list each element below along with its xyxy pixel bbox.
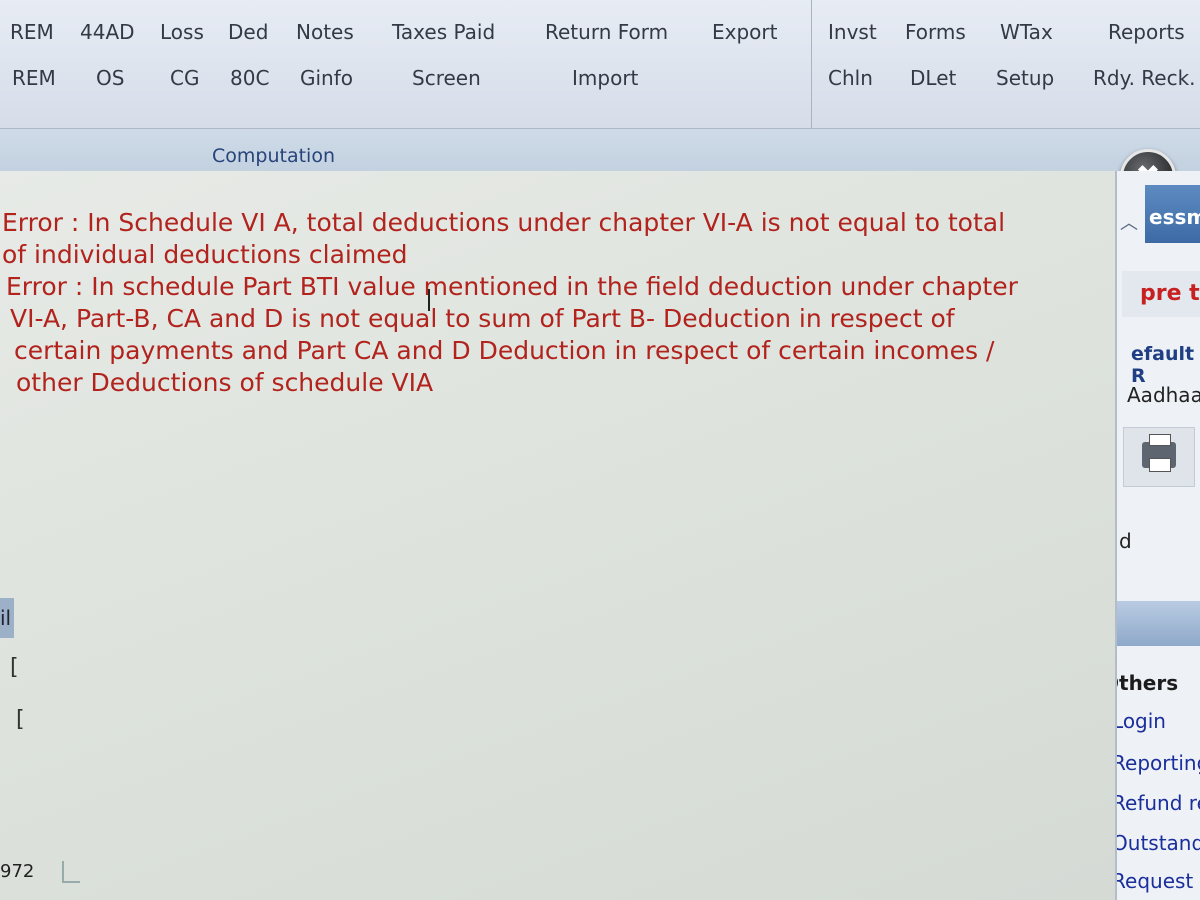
right-sidebar: ︿ essm pre th efault R Aadhaa d Others ▸… xyxy=(1115,171,1200,900)
error-message-panel: Error : In Schedule VI A, total deductio… xyxy=(0,171,1115,900)
toolbar-taxes-paid-button[interactable]: Taxes Paid xyxy=(392,20,495,44)
toolbar-forms-button[interactable]: Forms xyxy=(905,20,966,44)
sidebar-default-label: efault R xyxy=(1131,343,1195,387)
toolbar-invst-button[interactable]: Invst xyxy=(828,20,877,44)
error-message-1: Error : In Schedule VI A, total deductio… xyxy=(2,207,1005,271)
sidebar-item-request[interactable]: ▸Request fo xyxy=(1115,869,1200,893)
sidebar-print-box xyxy=(1123,427,1195,487)
sidebar-others-heading: Others xyxy=(1117,671,1179,695)
sidebar-red-link[interactable]: pre th xyxy=(1122,271,1200,317)
toolbar-row-1: REM 44AD Loss Ded Notes Taxes Paid Retur… xyxy=(0,20,1200,60)
toolbar-rdy-reck-button[interactable]: Rdy. Reck. xyxy=(1093,66,1196,90)
chevron-left-icon[interactable] xyxy=(62,861,80,883)
left-edge-marker-1: [ xyxy=(10,655,19,680)
toolbar-rem-button[interactable]: REM xyxy=(10,20,54,44)
error-1-line-2: of individual deductions claimed xyxy=(2,240,408,269)
sidebar-header: essm xyxy=(1145,185,1200,243)
left-edge-tab[interactable]: il xyxy=(0,598,14,638)
sidebar-item-reporting[interactable]: ▸Reporting xyxy=(1115,751,1200,775)
error-2-line-3: certain payments and Part CA and D Deduc… xyxy=(14,336,995,365)
sidebar-item-label: Reporting xyxy=(1115,751,1200,775)
toolbar-reports-button[interactable]: Reports xyxy=(1108,20,1185,44)
sidebar-item-label: Login xyxy=(1115,709,1166,733)
toolbar-44ad-button[interactable]: 44AD xyxy=(80,20,135,44)
sidebar-item-login[interactable]: ▸Login xyxy=(1115,709,1166,733)
toolbar-cg-button[interactable]: CG xyxy=(170,66,199,90)
sidebar-item-label: Refund re xyxy=(1115,791,1200,815)
toolbar-ded-button[interactable]: Ded xyxy=(228,20,268,44)
sidebar-d-fragment: d xyxy=(1119,529,1132,553)
toolbar-screen-button[interactable]: Screen xyxy=(412,66,481,90)
error-2-line-4: other Deductions of schedule VIA xyxy=(16,368,434,397)
toolbar-rem2-button[interactable]: REM xyxy=(12,66,56,90)
left-edge-marker-2: [ xyxy=(16,707,25,732)
sidebar-item-label: Outstandi xyxy=(1115,831,1200,855)
toolbar-80c-button[interactable]: 80C xyxy=(230,66,269,90)
toolbar-return-form-button[interactable]: Return Form xyxy=(545,20,668,44)
error-message-2: Error : In schedule Part BTI value menti… xyxy=(6,271,1018,399)
error-2-line-2: VI-A, Part-B, CA and D is not equal to s… xyxy=(10,304,955,333)
error-1-line-1: Error : In Schedule VI A, total deductio… xyxy=(2,208,1006,237)
toolbar-import-button[interactable]: Import xyxy=(572,66,638,90)
sidebar-blue-bar xyxy=(1117,601,1200,646)
toolbar-dlet-button[interactable]: DLet xyxy=(910,66,956,90)
sidebar-item-label: Request fo xyxy=(1115,869,1200,893)
toolbar-setup-button[interactable]: Setup xyxy=(996,66,1054,90)
toolbar-chln-button[interactable]: Chln xyxy=(828,66,873,90)
left-edge-code: 972 xyxy=(0,861,35,882)
sidebar-item-refund[interactable]: ▸Refund re xyxy=(1115,791,1200,815)
toolbar-separator xyxy=(811,0,812,128)
toolbar-notes-button[interactable]: Notes xyxy=(296,20,354,44)
tab-strip: Computation xyxy=(0,129,1200,172)
error-2-line-1: Error : In schedule Part BTI value menti… xyxy=(6,272,1018,301)
chevron-up-icon[interactable]: ︿ xyxy=(1120,209,1138,235)
toolbar-export-button[interactable]: Export xyxy=(712,20,777,44)
toolbar-wtax-button[interactable]: WTax xyxy=(1000,20,1053,44)
toolbar-row-2: REM OS CG 80C Ginfo Screen Import Chln D… xyxy=(0,66,1200,106)
main-toolbar: REM 44AD Loss Ded Notes Taxes Paid Retur… xyxy=(0,0,1200,129)
toolbar-ginfo-button[interactable]: Ginfo xyxy=(300,66,353,90)
text-cursor-icon xyxy=(428,289,430,311)
sidebar-aadhaar-label: Aadhaa xyxy=(1127,383,1200,407)
toolbar-os-button[interactable]: OS xyxy=(96,66,124,90)
tab-computation[interactable]: Computation xyxy=(212,145,335,167)
sidebar-item-outstanding[interactable]: ▸Outstandi xyxy=(1115,831,1200,855)
toolbar-loss-button[interactable]: Loss xyxy=(160,20,204,44)
printer-icon[interactable] xyxy=(1142,434,1176,472)
